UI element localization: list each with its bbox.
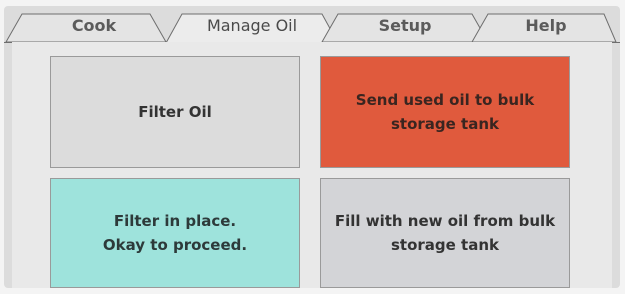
filter-in-place-button[interactable]: Filter in place. Okay to proceed. [50, 178, 300, 288]
touch-screen: Cook Manage Oil Setup Help Filter Oil Se… [4, 6, 620, 288]
filter-oil-button[interactable]: Filter Oil [50, 56, 300, 168]
tab-manage-oil[interactable]: Manage Oil [182, 12, 322, 40]
send-used-oil-button[interactable]: Send used oil to bulk storage tank [320, 56, 570, 168]
tab-setup[interactable]: Setup [340, 12, 470, 40]
device-bezel: Cook Manage Oil Setup Help Filter Oil Se… [0, 0, 625, 294]
manage-oil-panel: Filter Oil Send used oil to bulk storage… [12, 42, 612, 288]
tab-help[interactable]: Help [488, 12, 604, 40]
tab-cook[interactable]: Cook [30, 12, 158, 40]
fill-new-oil-button[interactable]: Fill with new oil from bulk storage tank [320, 178, 570, 288]
